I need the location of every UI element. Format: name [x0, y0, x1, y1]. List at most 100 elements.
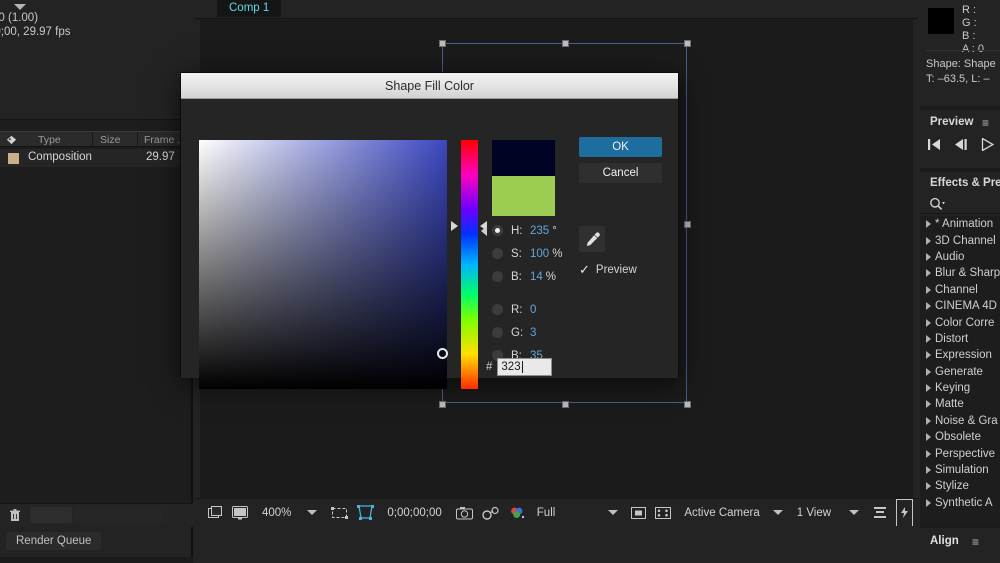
chevron-right-icon[interactable]: [926, 236, 931, 245]
chevron-right-icon[interactable]: [926, 302, 931, 311]
chevron-right-icon[interactable]: [926, 252, 931, 261]
chevron-right-icon[interactable]: [926, 384, 931, 393]
take-snapshot-icon[interactable]: [455, 499, 473, 527]
toggle-mask-icon[interactable]: [631, 499, 647, 527]
effects-category-item[interactable]: Audio: [920, 249, 1000, 265]
column-divider[interactable]: [137, 132, 138, 148]
selection-handle[interactable]: [562, 401, 569, 408]
first-frame-icon[interactable]: [928, 138, 941, 151]
chevron-right-icon[interactable]: [926, 400, 931, 409]
chevron-right-icon[interactable]: [926, 351, 931, 360]
resolution-value[interactable]: Full: [537, 507, 556, 519]
column-header-type[interactable]: Type: [38, 134, 61, 146]
effects-category-item[interactable]: Stylize: [920, 478, 1000, 494]
selection-handle[interactable]: [684, 221, 691, 228]
effects-category-item[interactable]: 3D Channel: [920, 232, 1000, 248]
hex-input[interactable]: 323: [497, 358, 553, 376]
toggle-guides-icon[interactable]: [655, 499, 672, 527]
chevron-right-icon[interactable]: [926, 416, 931, 425]
show-channel-icon[interactable]: [509, 499, 525, 527]
effects-category-item[interactable]: Matte: [920, 396, 1000, 412]
effects-category-item[interactable]: Noise & Gra: [920, 413, 1000, 429]
field-value-hue[interactable]: 235: [530, 225, 549, 237]
effects-category-item[interactable]: Keying: [920, 380, 1000, 396]
selection-handle[interactable]: [439, 40, 446, 47]
color-picker-marker[interactable]: [437, 348, 448, 359]
trash-icon[interactable]: [8, 508, 22, 522]
effects-category-item[interactable]: Obsolete: [920, 429, 1000, 445]
effects-category-item[interactable]: Simulation: [920, 462, 1000, 478]
cancel-button[interactable]: Cancel: [579, 163, 662, 183]
chevron-right-icon[interactable]: [926, 285, 931, 294]
chevron-right-icon[interactable]: [926, 449, 931, 458]
zoom-level[interactable]: 400%: [262, 507, 291, 519]
selection-handle[interactable]: [684, 401, 691, 408]
chevron-down-icon[interactable]: [14, 4, 26, 10]
ok-button[interactable]: OK: [579, 137, 662, 157]
toggle-viewer-button[interactable]: [232, 499, 248, 527]
eyedropper-button[interactable]: [579, 226, 605, 252]
previous-color-swatch[interactable]: [492, 176, 555, 216]
field-value-red[interactable]: 0: [530, 304, 536, 316]
selection-handle[interactable]: [562, 40, 569, 47]
field-green[interactable]: G: 3: [492, 321, 622, 344]
resolution-dropdown-caret[interactable]: [608, 510, 619, 515]
column-header-frame-rate[interactable]: Frame .: [144, 134, 180, 146]
radio-saturation[interactable]: [492, 248, 503, 259]
project-footer-slot[interactable]: [30, 507, 72, 523]
effects-category-item[interactable]: Channel: [920, 282, 1000, 298]
timecode-display[interactable]: 0;00;00;00: [387, 507, 441, 519]
field-value-green[interactable]: 3: [530, 327, 536, 339]
project-footer-slot[interactable]: [74, 507, 162, 523]
hue-slider[interactable]: [461, 140, 478, 389]
zoom-dropdown-caret[interactable]: [307, 510, 318, 515]
tab-comp-1[interactable]: Comp 1: [217, 0, 282, 17]
chevron-right-icon[interactable]: [926, 334, 931, 343]
effects-category-list[interactable]: * Animation 3D Channel Audio Blur & Sharp Ch…: [920, 216, 1000, 524]
views-value[interactable]: 1 View: [797, 507, 831, 519]
hamburger-menu-icon[interactable]: ≡: [982, 116, 989, 130]
effects-category-item[interactable]: CINEMA 4D: [920, 298, 1000, 314]
hue-slider-left-marker[interactable]: [451, 221, 458, 231]
selection-handle[interactable]: [684, 40, 691, 47]
radio-brightness[interactable]: [492, 271, 503, 282]
selection-handle[interactable]: [439, 401, 446, 408]
toggle-transparency-grid-button[interactable]: [208, 499, 223, 527]
effects-category-item[interactable]: Synthetic A: [920, 495, 1000, 511]
column-divider[interactable]: [92, 132, 93, 148]
views-dropdown-caret[interactable]: [849, 510, 860, 515]
hamburger-menu-icon[interactable]: ≡: [972, 535, 979, 549]
tab-render-queue[interactable]: Render Queue: [6, 532, 102, 550]
region-of-interest-button[interactable]: [331, 499, 349, 527]
radio-red[interactable]: [492, 304, 503, 315]
show-snapshot-icon[interactable]: [482, 499, 500, 527]
field-value-brightness[interactable]: 14: [530, 271, 543, 283]
chevron-right-icon[interactable]: [926, 498, 931, 507]
effects-category-item[interactable]: Distort: [920, 331, 1000, 347]
radio-hue[interactable]: [492, 225, 503, 236]
effects-category-item[interactable]: * Animation: [920, 216, 1000, 232]
play-icon[interactable]: [981, 138, 994, 151]
effects-category-item[interactable]: Expression: [920, 347, 1000, 363]
field-red[interactable]: R: 0: [492, 298, 622, 321]
chevron-right-icon[interactable]: [926, 220, 931, 229]
effects-category-item[interactable]: Perspective: [920, 445, 1000, 461]
chevron-right-icon[interactable]: [926, 433, 931, 442]
radio-green[interactable]: [492, 327, 503, 338]
chevron-right-icon[interactable]: [926, 482, 931, 491]
search-input[interactable]: [920, 194, 1000, 214]
effects-category-item[interactable]: Blur & Sharp: [920, 265, 1000, 281]
toggle-transparent-grid-button[interactable]: [357, 499, 375, 527]
toggle-fast-preview-icon[interactable]: [896, 498, 914, 527]
table-row[interactable]: Composition 29.97: [0, 149, 193, 167]
chevron-right-icon[interactable]: [926, 318, 931, 327]
chevron-right-icon[interactable]: [926, 269, 931, 278]
camera-dropdown-caret[interactable]: [772, 510, 783, 515]
saturation-brightness-field[interactable]: [199, 140, 447, 389]
preview-checkbox[interactable]: ✓ Preview: [579, 262, 637, 278]
chevron-right-icon[interactable]: [926, 367, 931, 376]
timeline-icon[interactable]: [873, 499, 887, 527]
field-value-saturation[interactable]: 100: [530, 248, 549, 260]
chevron-right-icon[interactable]: [926, 466, 931, 475]
effects-category-item[interactable]: Generate: [920, 364, 1000, 380]
